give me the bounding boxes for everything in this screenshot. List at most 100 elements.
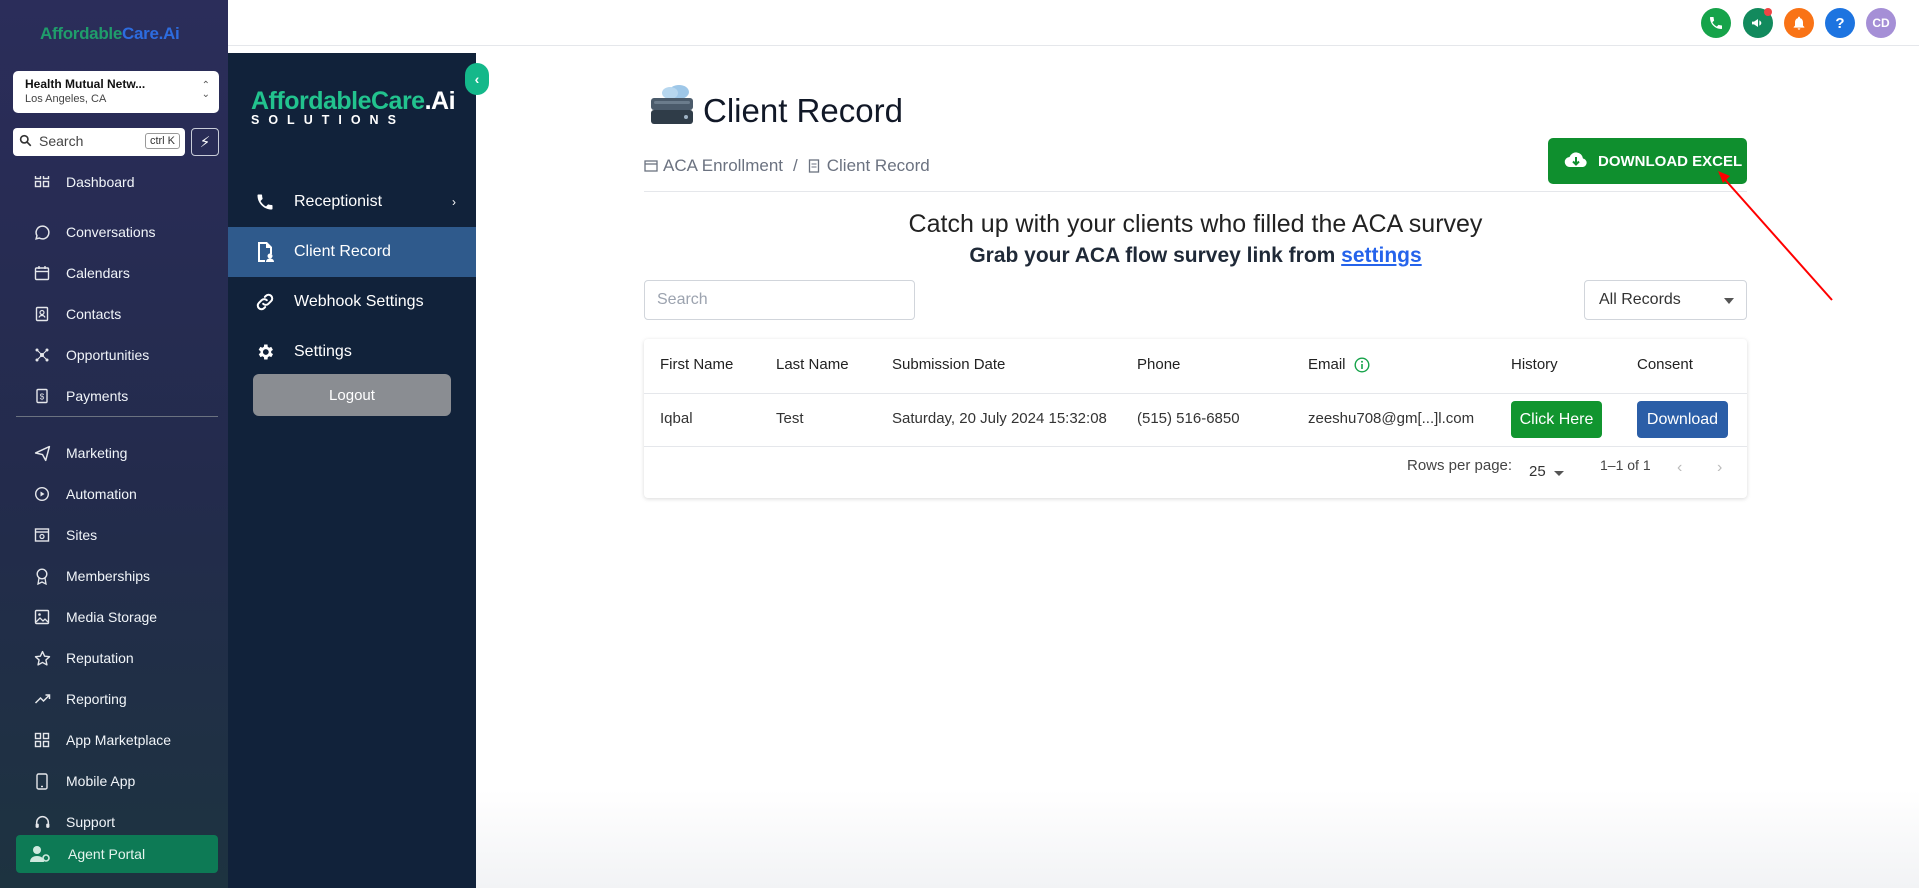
breadcrumb: ACA Enrollment / Client Record	[644, 156, 930, 176]
download-excel-button[interactable]: DOWNLOAD EXCEL	[1548, 138, 1747, 184]
sidebar-item-contacts[interactable]: Contacts	[32, 299, 222, 329]
location-switcher[interactable]: Health Mutual Netw... Los Angeles, CA ⌃ ⌄	[13, 71, 219, 113]
column-header-submission-date[interactable]: Submission Date	[892, 356, 1005, 373]
image-icon	[32, 607, 52, 627]
server-cloud-icon	[651, 85, 693, 124]
help-button[interactable]: ?	[1825, 8, 1855, 38]
rows-per-page-label: Rows per page:	[1407, 457, 1513, 474]
phone-icon	[254, 191, 276, 213]
info-icon[interactable]	[1354, 356, 1370, 373]
user-avatar[interactable]: CD	[1866, 8, 1896, 38]
svg-text:$: $	[40, 393, 45, 402]
crm-logo[interactable]: AffordableCare.Ai	[40, 24, 180, 44]
sidebar-item-label: Memberships	[66, 568, 151, 584]
client-records-table: First Name Last Name Submission Date Pho…	[644, 339, 1747, 498]
sidebar-item-opportunities[interactable]: Opportunities	[32, 340, 222, 370]
sidebar-item-dashboard[interactable]: Dashboard	[32, 176, 222, 190]
sidebar-item-media-storage[interactable]: Media Storage	[32, 602, 222, 632]
column-header-consent: Consent	[1637, 356, 1693, 373]
app-logo-text-1: AffordableCare	[251, 87, 425, 115]
breadcrumb-aca-enrollment[interactable]: ACA Enrollment	[663, 156, 783, 176]
sidebar-item-label: Media Storage	[66, 609, 158, 625]
app-logo-text-2: .Ai	[424, 87, 456, 115]
calendar-icon	[32, 263, 52, 283]
intro-subheading: Grab your ACA flow survey link from sett…	[644, 244, 1747, 268]
bottom-fade	[476, 790, 1919, 888]
pagination-info: 1–1 of 1	[1600, 457, 1651, 473]
sidebar-item-marketing[interactable]: Marketing	[32, 438, 222, 468]
agent-portal-label: Agent Portal	[68, 846, 146, 862]
settings-link[interactable]: settings	[1341, 244, 1422, 267]
sidebar-item-label: Contacts	[66, 306, 122, 322]
sidebar-item-memberships[interactable]: Memberships	[32, 561, 222, 591]
nav-receptionist[interactable]: Receptionist ›	[228, 177, 476, 227]
column-header-last-name[interactable]: Last Name	[776, 356, 849, 373]
sidebar-item-label: Automation	[66, 486, 137, 502]
nav-webhook-settings-label: Webhook Settings	[294, 293, 424, 310]
grid-icon	[32, 730, 52, 750]
nav-webhook-settings[interactable]: Webhook Settings	[228, 277, 476, 327]
sidebar-item-support[interactable]: Support	[32, 807, 222, 837]
notification-dot	[1764, 8, 1772, 16]
crm-search-input[interactable]: Search ctrl K	[13, 128, 185, 156]
next-page-button[interactable]: ›	[1717, 459, 1722, 477]
sidebar-item-label: Calendars	[66, 265, 130, 281]
page-title: Client Record	[703, 92, 903, 129]
sidebar-item-reputation[interactable]: Reputation	[32, 643, 222, 673]
rows-per-page-select[interactable]: 25	[1529, 463, 1546, 480]
nav-client-record[interactable]: Client Record	[228, 227, 476, 277]
sidebar-item-label: Sites	[66, 527, 98, 543]
sidebar-item-conversations[interactable]: Conversations	[32, 217, 222, 247]
sidebar-item-label: Reporting	[66, 691, 127, 707]
search-icon	[19, 134, 32, 147]
announcements-button[interactable]	[1743, 8, 1773, 38]
column-header-first-name[interactable]: First Name	[660, 356, 733, 373]
column-header-phone[interactable]: Phone	[1137, 356, 1180, 373]
records-filter-select[interactable]: All Records	[1584, 280, 1747, 320]
nav-settings-label: Settings	[294, 343, 352, 360]
sidebar-item-reporting[interactable]: Reporting	[32, 684, 222, 714]
chevron-left-icon: ‹	[1677, 459, 1683, 476]
column-header-email[interactable]: Email	[1308, 356, 1370, 373]
nav-client-record-label: Client Record	[294, 243, 391, 260]
logout-button[interactable]: Logout	[253, 374, 451, 416]
sidebar-item-label: Opportunities	[66, 347, 150, 363]
records-search-input[interactable]	[644, 280, 915, 320]
document-icon	[808, 159, 822, 173]
breadcrumb-client-record: Client Record	[826, 156, 930, 175]
sidebar-item-sites[interactable]: Sites	[32, 520, 222, 550]
phone-call-button[interactable]	[1701, 8, 1731, 38]
megaphone-icon	[1752, 19, 1762, 27]
crm-sidebar: AffordableCare.Ai Health Mutual Netw... …	[0, 0, 228, 888]
chevron-right-icon: ›	[1717, 459, 1723, 476]
collapse-sidebar-button[interactable]: ‹	[465, 63, 489, 95]
cell-last-name: Test	[776, 410, 804, 427]
nav-settings[interactable]: Settings	[228, 327, 476, 377]
sidebar-item-payments[interactable]: $ Payments	[32, 381, 222, 411]
quick-actions-button[interactable]: ⚡	[191, 128, 219, 156]
star-icon	[32, 648, 52, 668]
crm-search-placeholder: Search	[39, 133, 84, 149]
trend-icon	[32, 689, 52, 709]
sidebar-item-label: Dashboard	[66, 176, 135, 190]
sidebar-item-app-marketplace[interactable]: App Marketplace	[32, 725, 222, 755]
column-header-history: History	[1511, 356, 1558, 373]
history-click-here-button[interactable]: Click Here	[1511, 401, 1602, 438]
sidebar-item-automation[interactable]: Automation	[32, 479, 222, 509]
header-row-divider	[644, 393, 1747, 394]
link-icon	[254, 291, 276, 313]
send-icon	[32, 443, 52, 463]
consent-download-button[interactable]: Download	[1637, 401, 1728, 438]
notifications-button[interactable]	[1784, 8, 1814, 38]
chevron-left-icon: ‹	[474, 71, 480, 87]
dashboard-icon	[32, 176, 52, 190]
sidebar-item-calendars[interactable]: Calendars	[32, 258, 222, 288]
previous-page-button[interactable]: ‹	[1677, 459, 1682, 477]
user-gear-icon	[30, 844, 52, 864]
opportunities-icon	[32, 345, 52, 365]
cloud-download-icon	[1564, 151, 1588, 171]
help-icon: ?	[1835, 14, 1845, 32]
table-icon	[644, 159, 658, 173]
agent-portal-button[interactable]: Agent Portal	[16, 835, 218, 873]
sidebar-item-mobile-app[interactable]: Mobile App	[32, 766, 222, 796]
